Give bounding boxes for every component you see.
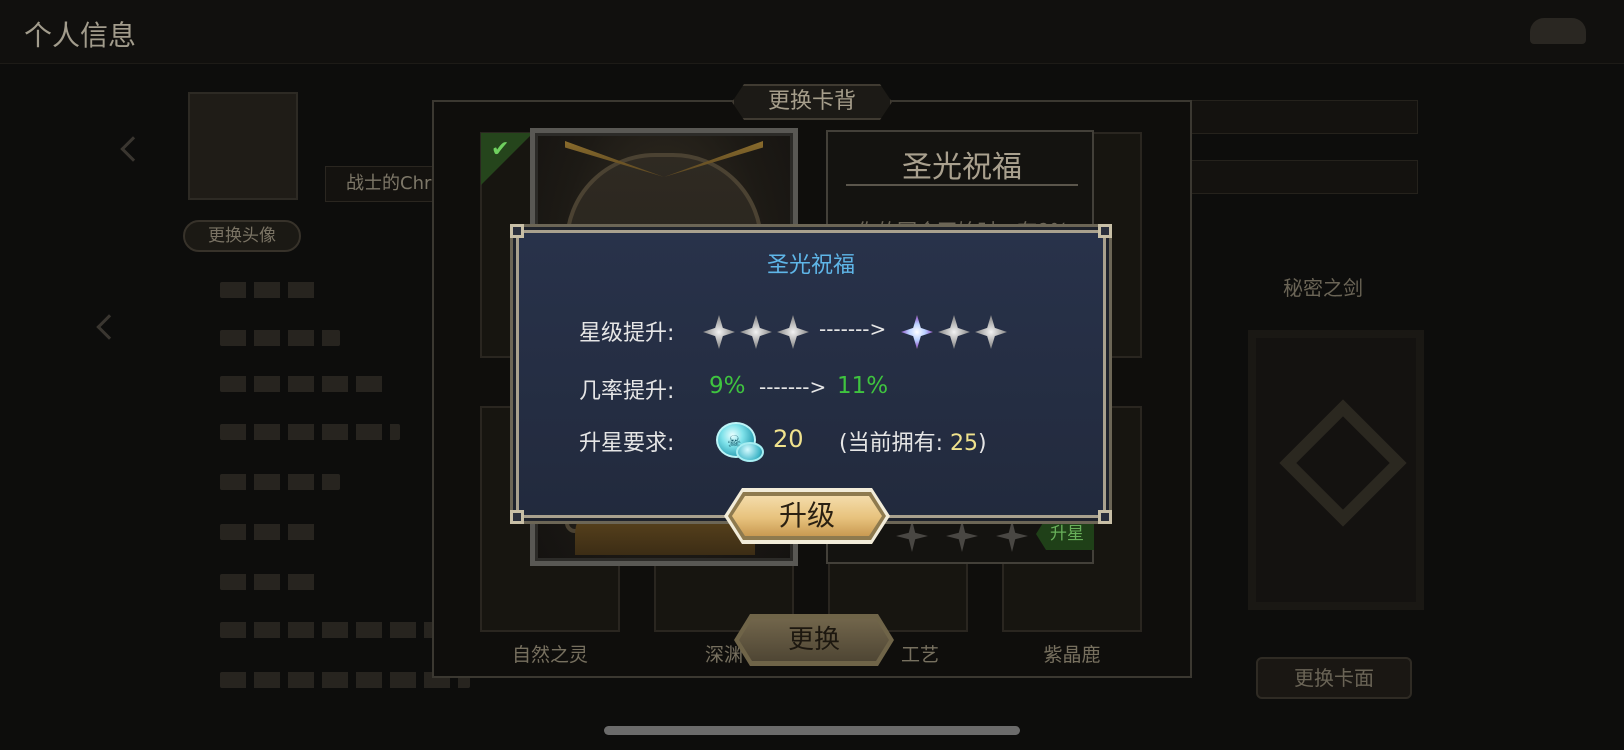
home-indicator[interactable] bbox=[604, 726, 1020, 735]
info-row bbox=[220, 574, 320, 590]
info-row bbox=[220, 474, 340, 490]
star-icon bbox=[946, 520, 978, 552]
card-back-label: 紫晶鹿 bbox=[1043, 644, 1101, 666]
star-icon bbox=[896, 520, 928, 552]
info-row bbox=[220, 524, 320, 540]
change-button[interactable]: 更换 bbox=[734, 614, 894, 666]
right-panel-title: 秘密之剑 bbox=[1283, 276, 1363, 300]
crystal-gem-icon: ☠ bbox=[716, 422, 764, 462]
star-icon bbox=[777, 315, 809, 349]
next-stars bbox=[901, 315, 1007, 349]
top-bar: 个人信息 bbox=[0, 0, 1624, 64]
info-row bbox=[220, 282, 320, 298]
star-icon bbox=[740, 315, 772, 349]
card-back-panel-title: 更换卡背 bbox=[732, 84, 892, 120]
gem-fragment bbox=[736, 442, 764, 462]
chance-row-label: 几率提升: bbox=[579, 379, 675, 404]
star-arrow: -------> bbox=[819, 317, 887, 341]
upgrade-star-tag[interactable]: 升星 bbox=[1036, 518, 1094, 550]
upgrade-button-label: 升级 bbox=[732, 496, 882, 536]
right-panel-row bbox=[1178, 160, 1418, 194]
skill-stars bbox=[896, 520, 1028, 552]
chance-arrow: -------> bbox=[759, 375, 827, 399]
owned-suffix: ) bbox=[978, 431, 987, 456]
star-icon bbox=[996, 520, 1028, 552]
dialog-title: 圣光祝福 bbox=[766, 253, 855, 278]
back-icon[interactable] bbox=[1530, 18, 1586, 44]
star-icon bbox=[938, 315, 970, 349]
star-row-label: 星级提升: bbox=[579, 321, 675, 346]
right-panel-row bbox=[1178, 100, 1418, 134]
dialog-corner-ornament bbox=[1098, 224, 1112, 238]
divider bbox=[846, 184, 1078, 186]
info-row bbox=[220, 424, 400, 440]
change-avatar-button[interactable]: 更换头像 bbox=[183, 220, 301, 252]
avatar[interactable] bbox=[188, 92, 298, 200]
upgrade-button[interactable]: 升级 bbox=[724, 488, 890, 544]
card-back-label: 自然之灵 bbox=[511, 644, 588, 666]
next-chance: 11% bbox=[837, 373, 889, 399]
skill-title: 圣光祝福 bbox=[902, 150, 1022, 185]
owned-amount: (当前拥有: 25) bbox=[839, 425, 987, 457]
star-icon bbox=[703, 315, 735, 349]
info-row bbox=[220, 622, 450, 638]
owned-prefix: (当前拥有: bbox=[839, 431, 943, 456]
info-row bbox=[220, 376, 390, 392]
change-button-label: 更换 bbox=[739, 619, 889, 661]
dialog-corner-ornament bbox=[1098, 510, 1112, 524]
star-icon bbox=[975, 315, 1007, 349]
current-stars bbox=[703, 315, 809, 349]
owned-count: 25 bbox=[950, 431, 978, 456]
upgrade-cost: 20 bbox=[773, 425, 804, 453]
page-title: 个人信息 bbox=[24, 19, 137, 52]
highlighted-star-icon bbox=[901, 315, 933, 349]
dialog-corner-ornament bbox=[510, 224, 524, 238]
current-chance: 9% bbox=[709, 373, 746, 399]
change-card-face-button[interactable]: 更换卡面 bbox=[1256, 657, 1412, 699]
info-row bbox=[220, 330, 340, 346]
dialog-corner-ornament bbox=[510, 510, 524, 524]
cost-row-label: 升星要求: bbox=[579, 431, 675, 456]
upgrade-dialog: 圣光祝福 星级提升: -------> 几率提升: 9% -------> 11… bbox=[510, 224, 1112, 524]
